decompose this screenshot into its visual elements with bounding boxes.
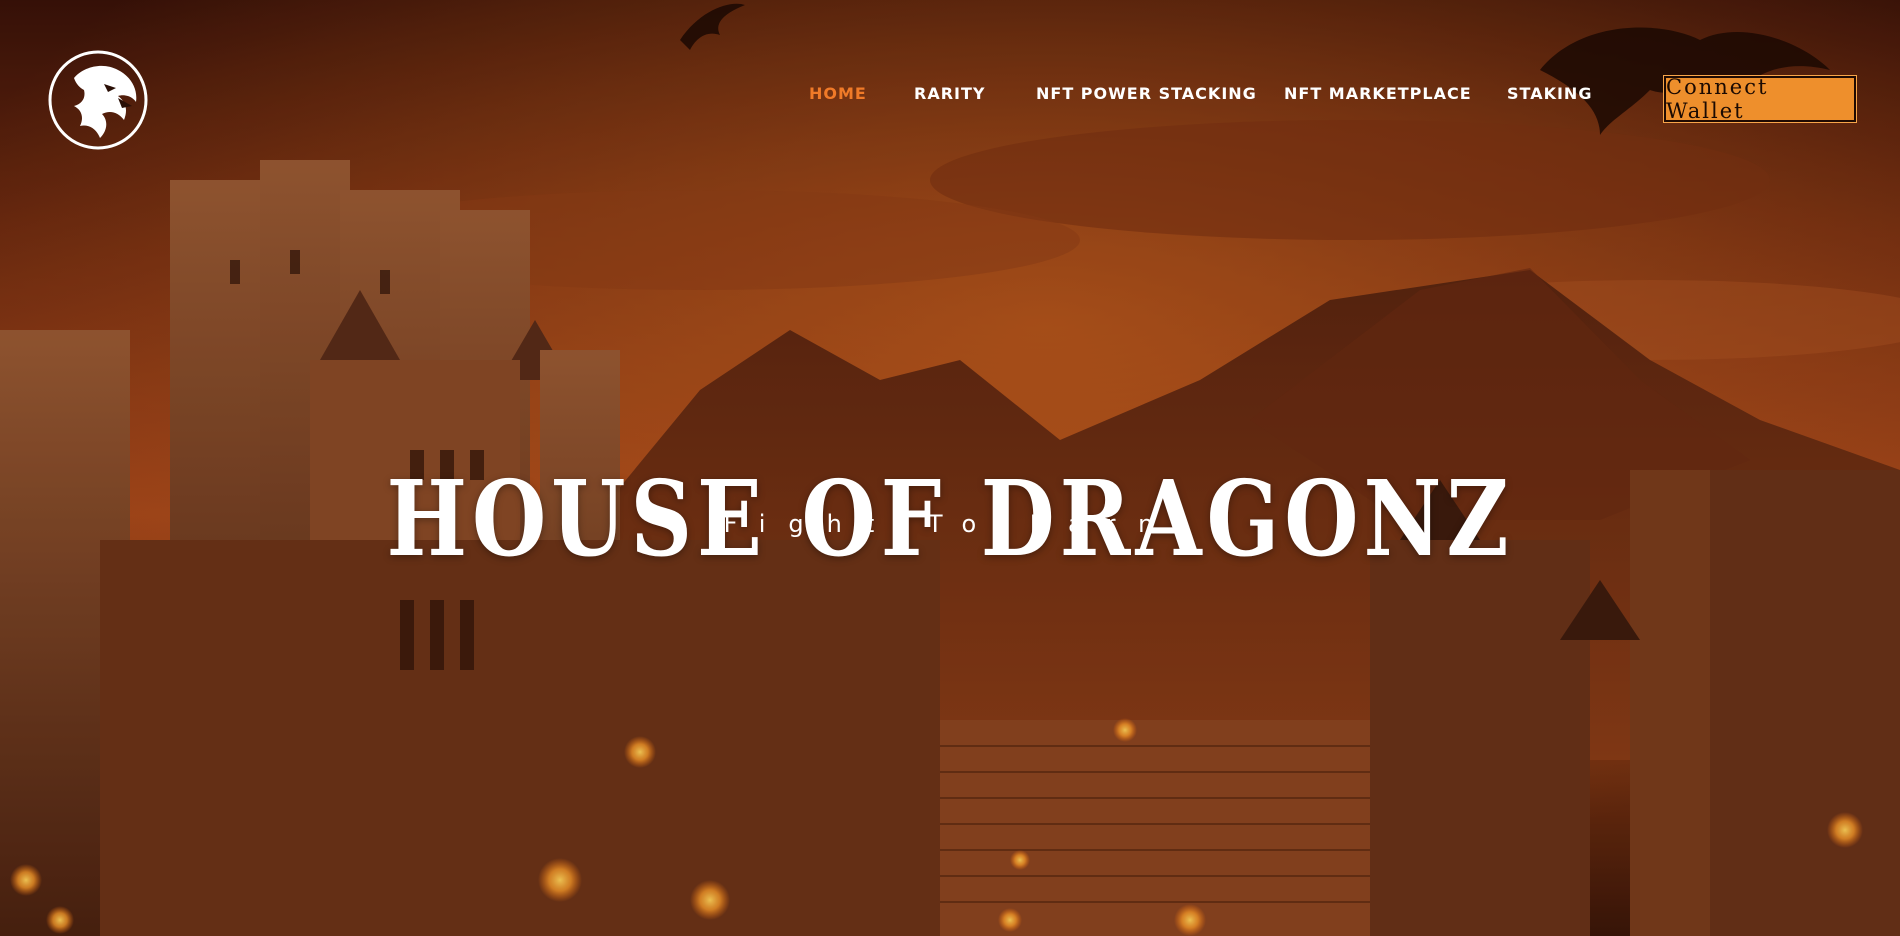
nav-item-staking[interactable]: STAKING — [1507, 84, 1592, 103]
hero-subtitle: Fight To Earn — [723, 510, 1177, 538]
nav-item-nft-marketplace[interactable]: NFT MARKETPLACE — [1284, 84, 1472, 103]
nav-item-home[interactable]: HOME — [809, 84, 867, 103]
nav-item-nft-power-stacking[interactable]: NFT POWER STACKING — [1036, 84, 1257, 103]
connect-wallet-button[interactable]: Connect Wallet — [1663, 75, 1857, 123]
nav-item-rarity[interactable]: RARITY — [914, 84, 985, 103]
landing-page: HOME RARITY NFT POWER STACKING NFT MARKE… — [0, 0, 1900, 936]
main-navigation: HOME RARITY NFT POWER STACKING NFT MARKE… — [0, 84, 1900, 108]
